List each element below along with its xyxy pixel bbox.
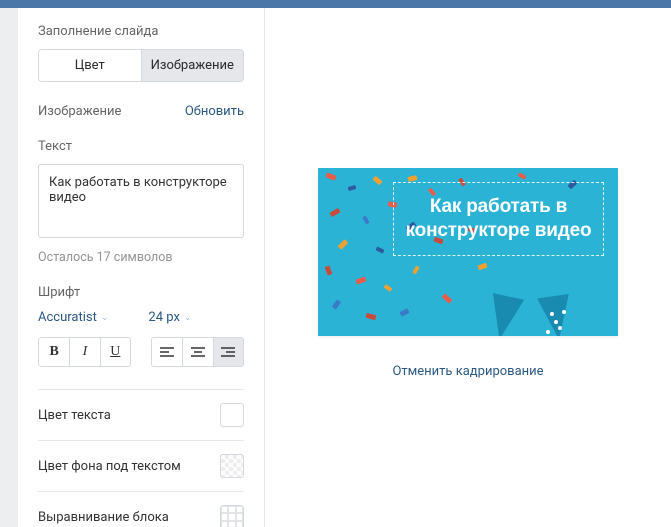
bold-button[interactable]: B <box>39 338 69 366</box>
text-style-group: B I U <box>38 337 131 367</box>
align-center-button[interactable] <box>182 338 212 366</box>
image-row: Изображение Обновить <box>38 104 244 119</box>
align-left-button[interactable] <box>152 338 182 366</box>
cone-decor <box>537 294 575 336</box>
update-image-link[interactable]: Обновить <box>185 104 244 119</box>
crop-frame[interactable]: Как работать в конструкторе видео <box>393 182 604 256</box>
slide-preview[interactable]: Как работать в конструкторе видео <box>318 168 618 336</box>
block-align-row: Выравнивание блока <box>38 491 244 527</box>
fill-type-segmented: Цвет Изображение <box>38 49 244 82</box>
font-family-select[interactable]: Accuratist ⌄ <box>38 310 108 325</box>
font-size-value: 24 px <box>148 310 180 325</box>
seg-color[interactable]: Цвет <box>39 50 142 81</box>
char-counter: Осталось 17 символов <box>38 250 244 265</box>
block-align-picker[interactable] <box>220 505 244 527</box>
settings-panel: Заполнение слайда Цвет Изображение Изобр… <box>18 8 265 527</box>
text-input[interactable] <box>38 164 244 238</box>
bg-color-label: Цвет фона под текстом <box>38 459 181 474</box>
align-right-icon <box>220 346 236 358</box>
align-right-button[interactable] <box>213 338 243 366</box>
align-left-icon <box>159 346 175 358</box>
align-center-icon <box>190 346 206 358</box>
block-align-label: Выравнивание блока <box>38 510 169 525</box>
slide-text: Как работать в конструкторе видео <box>398 195 599 243</box>
panel-title: Заполнение слайда <box>38 24 244 39</box>
preview-area: Как работать в конструкторе видео Отмени… <box>265 8 671 527</box>
image-label: Изображение <box>38 104 121 119</box>
text-label: Текст <box>38 139 244 154</box>
italic-button[interactable]: I <box>69 338 99 366</box>
text-align-group <box>151 337 244 367</box>
text-color-row: Цвет текста <box>38 389 244 440</box>
cancel-crop-link[interactable]: Отменить кадрирование <box>392 364 543 379</box>
font-size-select[interactable]: 24 px ⌄ <box>148 310 191 325</box>
bg-color-swatch[interactable] <box>220 454 244 478</box>
underline-button[interactable]: U <box>100 338 130 366</box>
font-label: Шрифт <box>38 285 244 300</box>
seg-image[interactable]: Изображение <box>142 50 244 81</box>
bg-color-row: Цвет фона под текстом <box>38 440 244 491</box>
font-family-value: Accuratist <box>38 310 97 325</box>
chevron-down-icon: ⌄ <box>184 313 192 323</box>
text-color-swatch[interactable] <box>220 403 244 427</box>
text-color-label: Цвет текста <box>38 408 111 423</box>
chevron-down-icon: ⌄ <box>101 313 109 323</box>
top-bar <box>0 0 671 8</box>
left-edge <box>0 8 18 527</box>
